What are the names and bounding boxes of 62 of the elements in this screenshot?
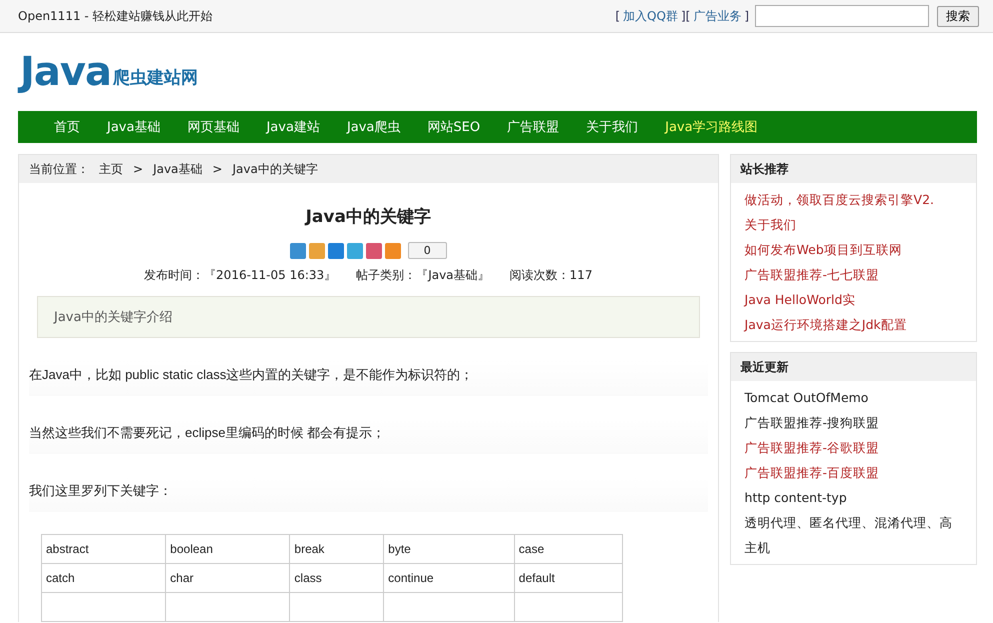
table-cell: boolean xyxy=(166,534,290,564)
summary-text: Java中的关键字介绍 xyxy=(54,309,172,326)
share-icon[interactable] xyxy=(290,242,306,258)
meta-text: 阅读次数：117 xyxy=(510,267,592,284)
sidebar-link[interactable]: 广告联盟推荐-谷歌联盟 xyxy=(730,435,976,460)
breadcrumb-label: 当前位置： xyxy=(29,160,89,178)
bracket-text: ] xyxy=(744,9,749,23)
separator-text: > xyxy=(133,162,144,176)
logo-subtitle: 爬虫建站网 xyxy=(112,66,198,88)
share-icon[interactable] xyxy=(346,242,363,258)
search-field[interactable] xyxy=(755,5,929,27)
nav-link[interactable]: 网站SEO xyxy=(427,118,480,136)
table-cell: byte xyxy=(384,534,514,564)
article-title: Java中的关键字 xyxy=(304,206,432,228)
breadcrumb-link[interactable]: Java基础 xyxy=(153,160,202,178)
breadcrumb-link[interactable]: 主页 xyxy=(99,160,123,178)
table-cell: abstract xyxy=(42,534,166,564)
nav-link[interactable]: 广告联盟 xyxy=(507,118,560,136)
table-cell: char xyxy=(166,564,290,592)
meta-text: 帖子类别：『Java基础』 xyxy=(356,267,490,284)
sidebar-link[interactable]: 关于我们 xyxy=(730,212,976,237)
table-cell: class xyxy=(290,564,384,592)
sidebar-link[interactable]: 主机 xyxy=(730,535,976,560)
sidebar-link[interactable]: 透明代理、匿名代理、混淆代理、高 xyxy=(730,510,976,535)
bracket-text: ][ xyxy=(680,9,690,23)
nav-link[interactable]: 网页基础 xyxy=(187,118,240,136)
sidebar-link[interactable]: Java运行环境搭建之Jdk配置 xyxy=(730,312,976,337)
share-icon[interactable] xyxy=(308,242,325,258)
nav-link[interactable]: 关于我们 xyxy=(586,118,638,136)
table-cell: continue xyxy=(384,564,514,592)
table-cell: default xyxy=(514,564,622,592)
share-icon[interactable] xyxy=(366,242,382,258)
panel-title: 最近更新 xyxy=(730,353,976,381)
table-cell: catch xyxy=(42,564,166,592)
meta-text: 发布时间：『2016-11-05 16:33』 xyxy=(144,267,336,284)
share-icon[interactable] xyxy=(384,242,401,258)
share-icon[interactable] xyxy=(328,242,344,258)
sidebar-link[interactable]: 如何发布Web项目到互联网 xyxy=(730,237,976,262)
nav-link[interactable]: Java爬虫 xyxy=(346,118,400,136)
nav-link[interactable]: Java学习路线图 xyxy=(665,118,758,136)
panel-title: 站长推荐 xyxy=(730,155,976,183)
site-logo[interactable]: Java xyxy=(20,49,111,95)
bracket-text: [ xyxy=(615,9,620,23)
sidebar-link[interactable]: 广告联盟推荐-搜狗联盟 xyxy=(730,410,976,435)
nav-link[interactable]: 首页 xyxy=(54,118,80,136)
top-link[interactable]: 加入QQ群 xyxy=(623,8,678,24)
breadcrumb-link[interactable]: Java中的关键字 xyxy=(232,160,318,178)
top-link[interactable]: 广告业务 xyxy=(693,8,742,24)
sidebar-link[interactable]: Java HelloWorld实 xyxy=(730,287,976,312)
table-cell: break xyxy=(290,534,384,564)
sidebar-link[interactable]: Tomcat OutOfMemo xyxy=(730,385,976,410)
sidebar-link[interactable]: 广告联盟推荐-七七联盟 xyxy=(730,262,976,287)
table-cell: case xyxy=(514,534,622,564)
sidebar-link[interactable]: 广告联盟推荐-百度联盟 xyxy=(730,460,976,485)
nav-link[interactable]: Java基础 xyxy=(107,118,160,136)
search-button[interactable]: 搜索 xyxy=(937,6,979,26)
sidebar-link[interactable]: http content-typ xyxy=(730,485,976,510)
share-count: 0 xyxy=(408,242,447,259)
separator-text: > xyxy=(212,162,222,176)
nav-link[interactable]: Java建站 xyxy=(266,118,320,136)
sidebar-link[interactable]: 做活动，领取百度云搜索引擎V2. xyxy=(730,187,976,212)
site-tagline: Open1111 - 轻松建站赚钱从此开始 xyxy=(18,8,214,24)
